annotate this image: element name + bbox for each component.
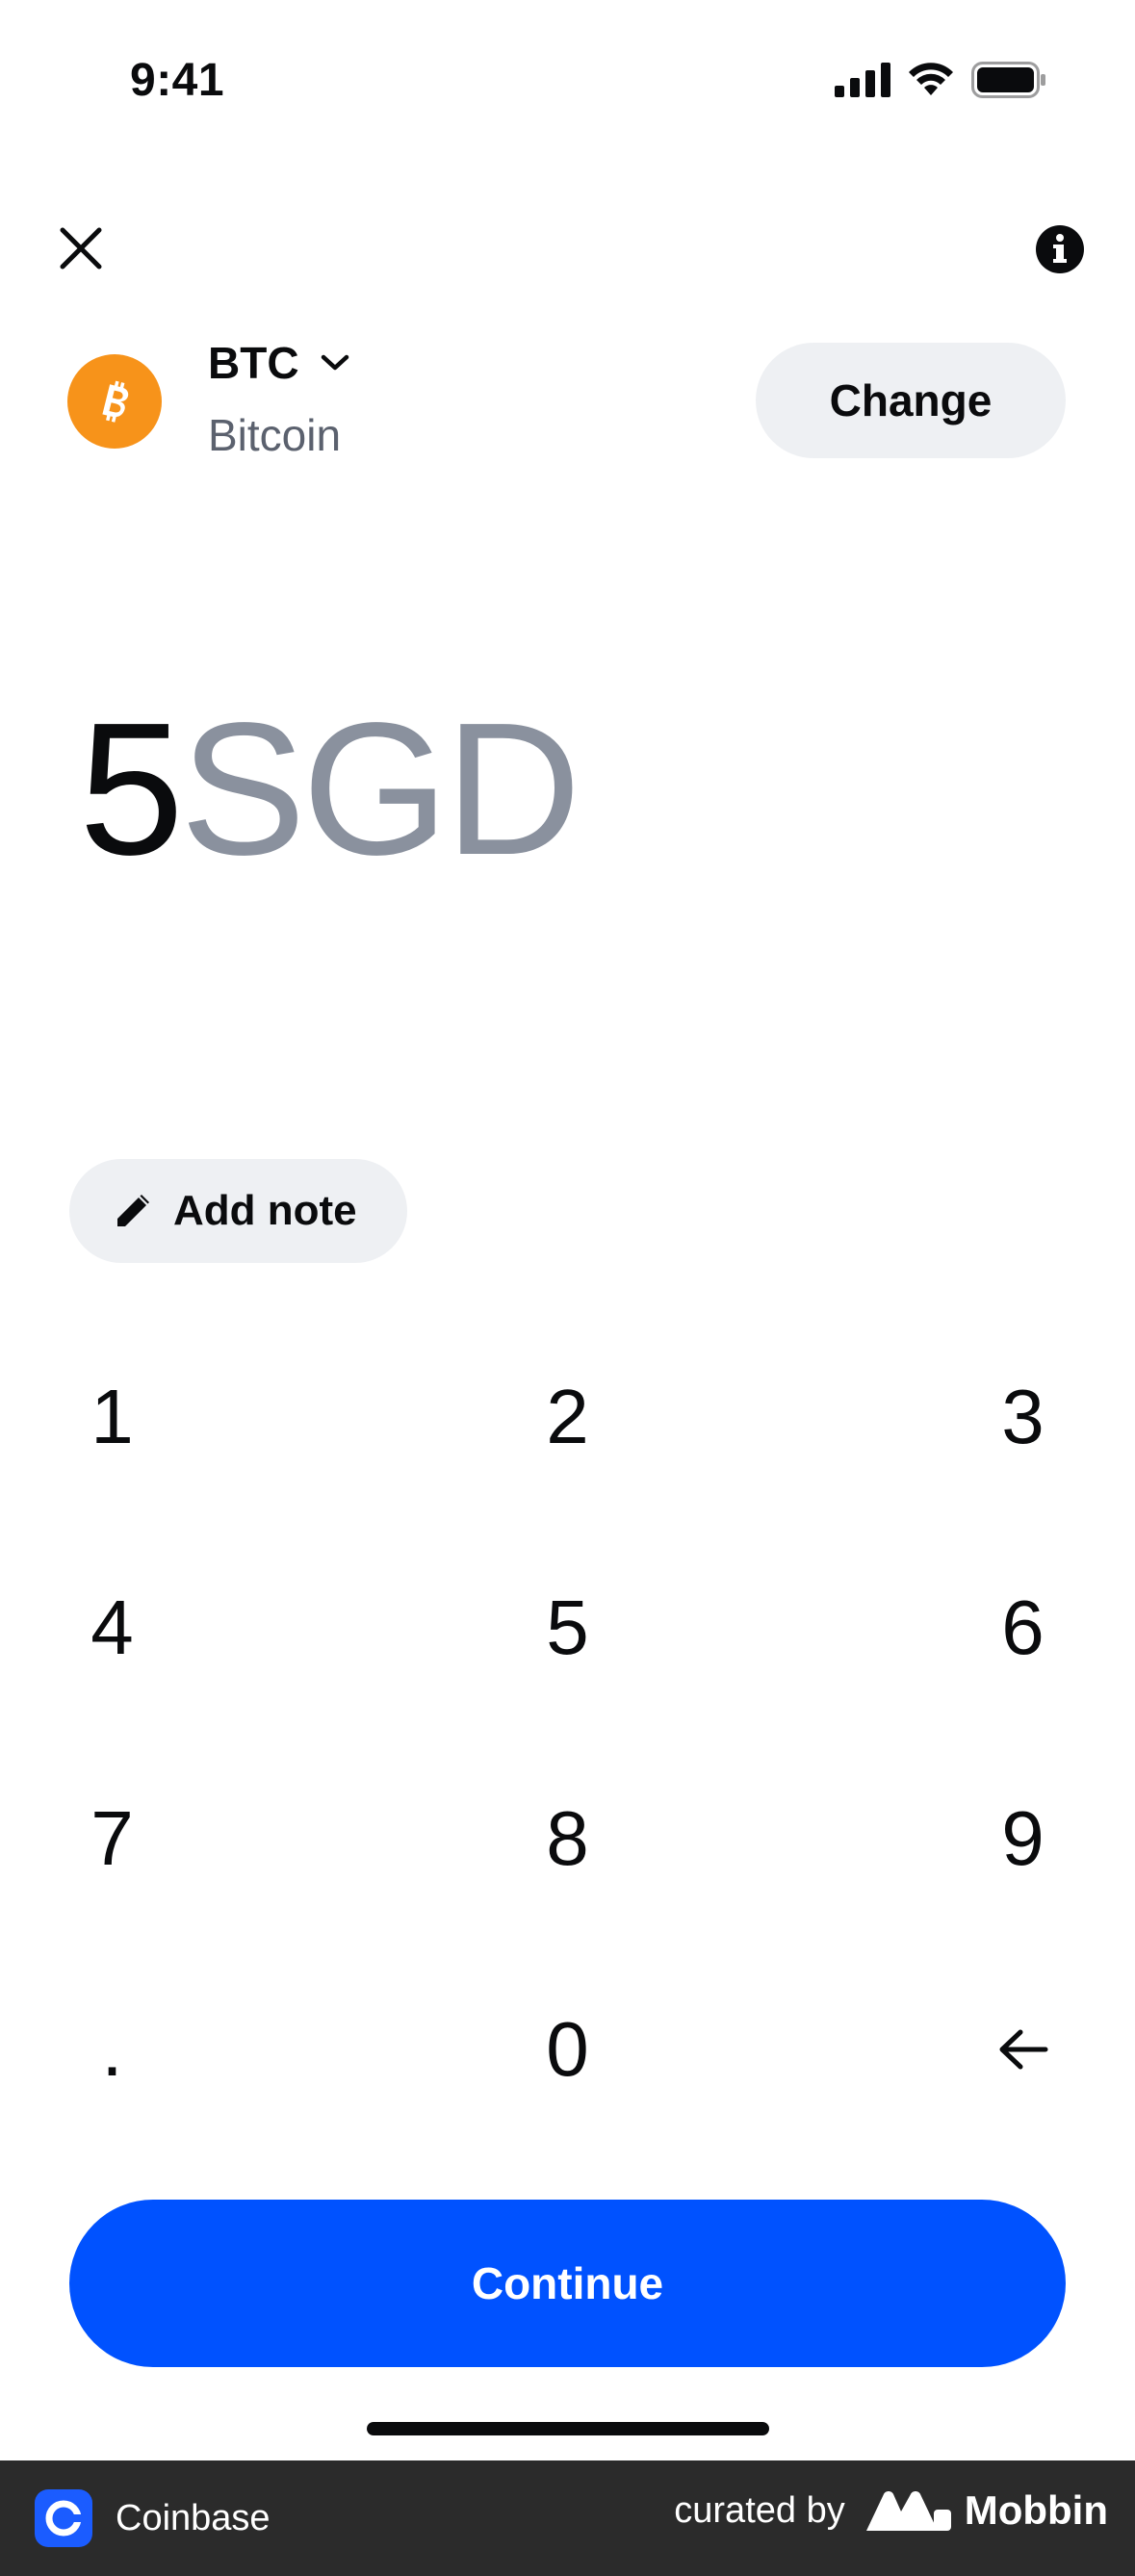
pencil-icon <box>117 1195 149 1226</box>
bitcoin-icon <box>67 354 162 449</box>
footer-banner: Coinbase curated by Mobbin <box>0 2460 1135 2576</box>
backspace-arrow-icon <box>999 2029 1047 2069</box>
continue-button[interactable]: Continue <box>69 2200 1066 2367</box>
key-7[interactable]: 7 <box>0 1733 378 1944</box>
mobbin-brand-name: Mobbin <box>964 2487 1108 2533</box>
keypad: 1 2 3 4 5 6 7 8 9 . 0 <box>0 1311 1135 2154</box>
key-2[interactable]: 2 <box>378 1311 757 1522</box>
amount-currency: SGD <box>180 683 581 894</box>
asset-name: Bitcoin <box>208 410 342 460</box>
wifi-icon <box>909 63 953 95</box>
key-0[interactable]: 0 <box>378 1944 757 2154</box>
key-8[interactable]: 8 <box>378 1733 757 1944</box>
coinbase-logo-icon <box>35 2489 92 2547</box>
home-indicator <box>367 2422 769 2435</box>
status-icons <box>835 62 1046 98</box>
key-backspace[interactable] <box>757 1944 1135 2154</box>
key-3[interactable]: 3 <box>757 1311 1135 1522</box>
amount-display: 5 SGD <box>79 683 581 894</box>
change-button[interactable]: Change <box>756 343 1066 458</box>
mobbin-brand: Mobbin <box>865 2487 1108 2534</box>
key-1[interactable]: 1 <box>0 1311 378 1522</box>
footer-app: Coinbase <box>35 2489 271 2547</box>
key-decimal[interactable]: . <box>0 1944 378 2154</box>
key-6[interactable]: 6 <box>757 1522 1135 1733</box>
asset-symbol: BTC <box>208 338 299 388</box>
key-9[interactable]: 9 <box>757 1733 1135 1944</box>
signal-icon <box>835 63 890 97</box>
close-button[interactable] <box>50 218 112 279</box>
info-icon <box>1036 225 1084 273</box>
key-4[interactable]: 4 <box>0 1522 378 1733</box>
curated-by-label: curated by <box>674 2489 845 2531</box>
asset-selector[interactable]: BTC <box>208 337 349 389</box>
footer-credit: curated by Mobbin <box>674 2487 1108 2534</box>
close-icon <box>60 227 102 270</box>
battery-icon <box>971 62 1045 98</box>
chevron-down-icon <box>321 354 348 371</box>
info-button[interactable] <box>1035 224 1085 274</box>
add-note-label: Add note <box>173 1187 357 1234</box>
footer-app-name: Coinbase <box>116 2497 271 2538</box>
key-5[interactable]: 5 <box>378 1522 757 1733</box>
mobbin-logo-icon <box>865 2491 951 2531</box>
add-note-button[interactable]: Add note <box>69 1159 407 1263</box>
status-time: 9:41 <box>130 55 225 106</box>
amount-value: 5 <box>79 683 184 894</box>
